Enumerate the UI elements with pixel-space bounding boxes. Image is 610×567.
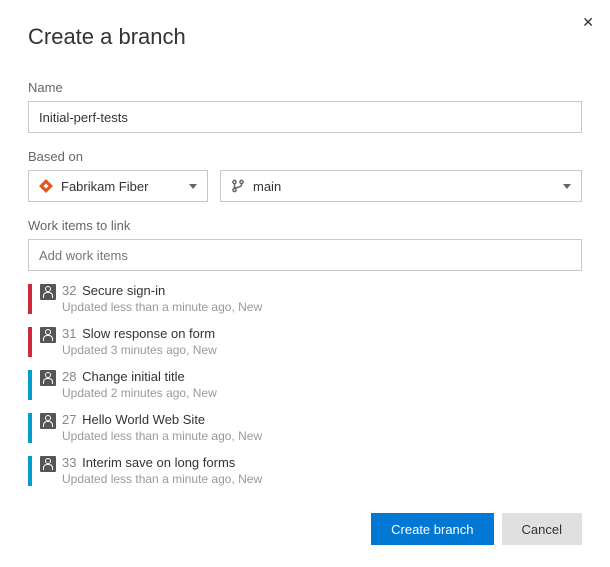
work-item-title: Hello World Web Site bbox=[82, 412, 205, 427]
work-item-meta: Updated less than a minute ago, New bbox=[62, 472, 582, 486]
branch-name-input[interactable] bbox=[28, 101, 582, 133]
work-item-meta: Updated 2 minutes ago, New bbox=[62, 386, 582, 400]
work-item-id: 33 bbox=[62, 455, 76, 470]
work-item-title: Slow response on form bbox=[82, 326, 215, 341]
work-item-type-icon bbox=[40, 370, 56, 386]
chevron-down-icon bbox=[563, 184, 571, 189]
work-item-title: Interim save on long forms bbox=[82, 455, 235, 470]
work-item-row[interactable]: 33 Interim save on long forms Updated les… bbox=[28, 451, 582, 494]
work-item-title: Change initial title bbox=[82, 369, 185, 384]
name-label: Name bbox=[28, 80, 582, 95]
work-item-color-bar bbox=[28, 327, 32, 357]
work-item-id: 28 bbox=[62, 369, 76, 384]
repo-icon bbox=[39, 179, 53, 193]
work-item-id: 32 bbox=[62, 283, 76, 298]
work-item-row[interactable]: 27 Hello World Web Site Updated less than… bbox=[28, 408, 582, 451]
work-item-title: Secure sign-in bbox=[82, 283, 165, 298]
work-item-row[interactable]: 28 Change initial title Updated 2 minutes… bbox=[28, 365, 582, 408]
work-item-type-icon bbox=[40, 413, 56, 429]
create-branch-button[interactable]: Create branch bbox=[371, 513, 493, 545]
work-item-color-bar bbox=[28, 370, 32, 400]
repo-dropdown[interactable]: Fabrikam Fiber bbox=[28, 170, 208, 202]
work-item-id: 27 bbox=[62, 412, 76, 427]
work-item-meta: Updated less than a minute ago, New bbox=[62, 300, 582, 314]
base-branch-dropdown[interactable]: main bbox=[220, 170, 582, 202]
work-item-type-icon bbox=[40, 327, 56, 343]
work-item-row[interactable]: 32 Secure sign-in Updated less than a min… bbox=[28, 279, 582, 322]
work-item-type-icon bbox=[40, 284, 56, 300]
cancel-button[interactable]: Cancel bbox=[502, 513, 582, 545]
chevron-down-icon bbox=[189, 184, 197, 189]
repo-dropdown-text: Fabrikam Fiber bbox=[61, 179, 189, 194]
work-items-input[interactable] bbox=[28, 239, 582, 271]
dialog-title: Create a branch bbox=[28, 24, 582, 50]
work-item-row[interactable]: 31 Slow response on form Updated 3 minute… bbox=[28, 322, 582, 365]
branch-icon bbox=[231, 179, 245, 193]
close-icon[interactable]: ✕ bbox=[582, 14, 594, 31]
work-items-list: 32 Secure sign-in Updated less than a min… bbox=[28, 279, 582, 494]
work-items-label: Work items to link bbox=[28, 218, 582, 233]
work-item-color-bar bbox=[28, 413, 32, 443]
work-item-meta: Updated less than a minute ago, New bbox=[62, 429, 582, 443]
based-on-label: Based on bbox=[28, 149, 582, 164]
base-branch-dropdown-text: main bbox=[253, 179, 563, 194]
work-item-color-bar bbox=[28, 284, 32, 314]
work-item-type-icon bbox=[40, 456, 56, 472]
work-item-id: 31 bbox=[62, 326, 76, 341]
work-item-meta: Updated 3 minutes ago, New bbox=[62, 343, 582, 357]
work-item-color-bar bbox=[28, 456, 32, 486]
